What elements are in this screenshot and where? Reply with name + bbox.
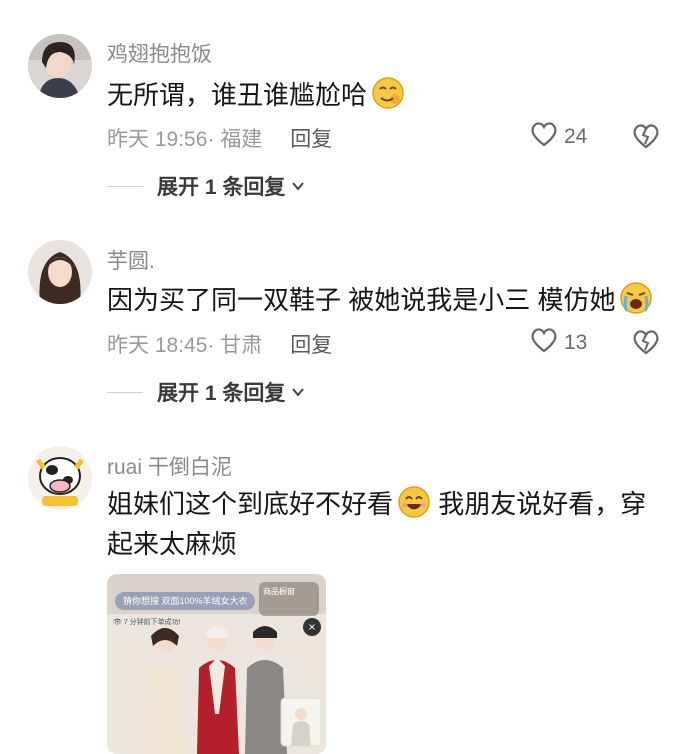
expand-replies-button[interactable]: 展开 1 条回复 (107, 171, 305, 201)
smirk-emoji-icon (371, 76, 405, 110)
avatar[interactable] (28, 240, 92, 304)
like-count: 13 (564, 331, 588, 354)
broken-heart-icon[interactable] (632, 122, 660, 150)
timestamp: 昨天 18:45 (107, 334, 208, 357)
search-bar: 猜你想搜 双面100%羊绒女大衣 (115, 592, 255, 610)
attached-image[interactable]: 猜你想搜 双面100%羊绒女大衣 商品橱窗 👁 7 分钟前下单成功! × (107, 574, 326, 754)
order-note: 👁 7 分钟前下单成功! (113, 619, 181, 626)
username[interactable]: 鸡翅抱抱饭 (107, 38, 212, 68)
heart-icon (530, 121, 558, 153)
grin-emoji-icon (397, 485, 431, 519)
comment-text: 无所谓，谁丑谁尴尬哈 (107, 75, 667, 115)
location: · 甘肃 (207, 334, 263, 357)
crying-emoji-icon (619, 281, 653, 315)
username[interactable]: ruai 干倒白泥 (107, 451, 232, 481)
location: · 福建 (207, 128, 263, 151)
avatar[interactable] (28, 34, 92, 98)
reply-button[interactable]: 回复 (290, 334, 332, 357)
comment-meta: 昨天 19:56· 福建 回复 (107, 123, 332, 153)
username[interactable]: 芋圆. (107, 245, 155, 275)
comment-meta: 昨天 18:45· 甘肃 回复 (107, 329, 332, 359)
chevron-down-icon (292, 182, 305, 191)
divider (107, 185, 143, 187)
avatar[interactable] (28, 446, 92, 510)
expand-replies-button[interactable]: 展开 1 条回复 (107, 377, 305, 407)
like-count: 24 (564, 125, 588, 148)
comment-text: 因为买了同一双鞋子 被她说我是小三 模仿她 (107, 280, 667, 320)
like-button[interactable]: 24 (530, 121, 587, 153)
like-button[interactable]: 13 (530, 327, 587, 359)
reply-button[interactable]: 回复 (290, 128, 332, 151)
chevron-down-icon (292, 388, 305, 397)
store-label: 商品橱窗 (259, 582, 319, 616)
divider (107, 391, 143, 393)
heart-icon (530, 327, 558, 359)
comment-text: 姐妹们这个到底好不好看 我朋友说好看，穿起来太麻烦 (107, 484, 667, 564)
timestamp: 昨天 19:56 (107, 128, 208, 151)
close-icon: × (303, 618, 321, 636)
broken-heart-icon[interactable] (632, 328, 660, 356)
